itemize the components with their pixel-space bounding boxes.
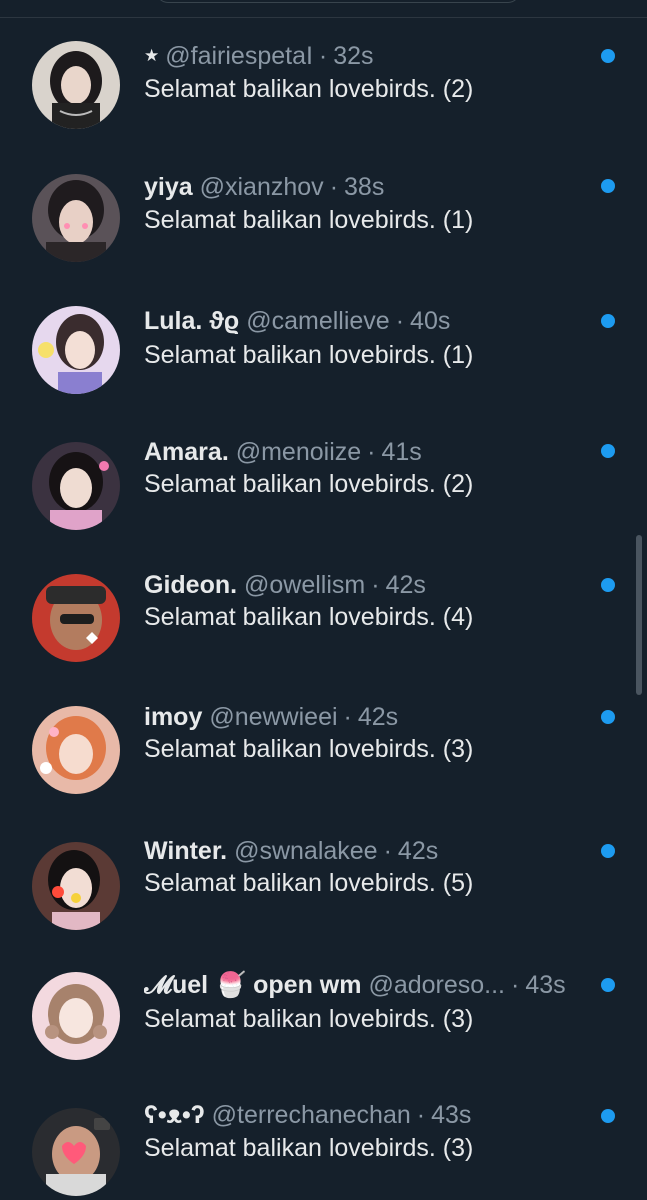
separator: · (511, 971, 520, 999)
display-name: Gideon. (144, 571, 238, 599)
message-preview: Selamat balikan lovebirds. (5) (144, 869, 474, 897)
timestamp: 41s (381, 438, 422, 466)
name-line: ★ @fairiespetaI · 32s (144, 39, 374, 73)
unread-indicator (601, 179, 615, 193)
avatar[interactable] (32, 706, 120, 794)
unread-indicator (601, 1109, 615, 1123)
timestamp: 42s (357, 703, 399, 731)
display-name: ʕ•ᴥ•ʔ (144, 1101, 205, 1129)
conversation-row[interactable]: ʕ•ᴥ•ʔ @terrechanechan · 43s Selamat balika… (0, 1076, 647, 1200)
name-line: Gideon. @owellism · 42s (144, 568, 426, 602)
conversation-row[interactable]: ★ @fairiespetaI · 32s Selamat balikan loveb… (0, 20, 647, 152)
unread-indicator (601, 978, 615, 992)
handle: @newwieei (209, 703, 338, 731)
separator: · (395, 307, 405, 335)
separator: · (318, 42, 328, 70)
conversation-list: ★ @fairiespetaI · 32s Selamat balikan loveb… (0, 0, 647, 1200)
display-name: 𝓜uel 🍧 open wm (144, 971, 362, 999)
display-name: yiya (144, 173, 193, 201)
scrollbar-thumb[interactable] (636, 535, 642, 695)
name-line: Amara. @menoiize · 41s (144, 435, 422, 469)
dm-inbox: ★ @fairiespetaI · 32s Selamat balikan loveb… (0, 0, 647, 1200)
timestamp: 38s (344, 173, 385, 201)
handle: @fairiespetaI (165, 42, 313, 70)
unread-indicator (601, 444, 615, 458)
separator: · (416, 1101, 426, 1129)
message-preview: Selamat balikan lovebirds. (3) (144, 735, 474, 763)
unread-indicator (601, 710, 615, 724)
timestamp: 43s (525, 971, 566, 999)
conversation-row[interactable]: Gideon. @owellism · 42s Selamat balikan lo… (0, 548, 647, 680)
conversation-row[interactable]: Winter. @swnalakee · 42s Selamat balikan l… (0, 812, 647, 944)
avatar[interactable] (32, 842, 120, 930)
message-preview: Selamat balikan lovebirds. (2) (144, 470, 474, 498)
name-line: Winter. @swnalakee · 42s (144, 834, 438, 868)
timestamp: 43s (431, 1101, 472, 1129)
name-line: Lula. ϑϱ @camellieve · 40s (144, 304, 450, 338)
timestamp: 42s (397, 837, 439, 865)
avatar[interactable] (32, 41, 120, 129)
avatar[interactable] (32, 174, 120, 262)
unread-indicator (601, 578, 615, 592)
avatar[interactable] (32, 574, 120, 662)
star-icon: ★ (144, 46, 160, 65)
separator: · (383, 837, 392, 865)
handle: @camellieve (246, 307, 390, 335)
message-preview: Selamat balikan lovebirds. (4) (144, 603, 474, 631)
name-line: ʕ•ᴥ•ʔ @terrechanechan · 43s (144, 1098, 471, 1132)
name-line: imoy @newwieei · 42s (144, 700, 398, 734)
handle: @adoreso... (368, 971, 505, 999)
message-preview: Selamat balikan lovebirds. (1) (144, 206, 474, 234)
timestamp: 42s (385, 571, 426, 599)
display-name: Amara. (144, 438, 229, 466)
message-preview: Selamat balikan lovebirds. (1) (144, 341, 474, 369)
unread-indicator (601, 844, 615, 858)
handle: @xianzhov (199, 173, 324, 201)
avatar[interactable] (32, 442, 120, 530)
separator: · (343, 703, 352, 731)
conversation-row[interactable]: yiya @xianzhov · 38s Selamat balikan loveb… (0, 152, 647, 284)
handle: @owellism (244, 571, 366, 599)
name-line: yiya @xianzhov · 38s (144, 170, 384, 204)
unread-indicator (601, 49, 615, 63)
handle: @terrechanechan (211, 1101, 411, 1129)
handle: @swnalakee (234, 837, 378, 865)
separator: · (329, 173, 339, 201)
separator: · (367, 438, 376, 466)
message-preview: Selamat balikan lovebirds. (2) (144, 75, 474, 103)
conversation-row[interactable]: Amara. @menoiize · 41s Selamat balikan lov… (0, 416, 647, 548)
avatar[interactable] (32, 972, 120, 1060)
unread-indicator (601, 314, 615, 328)
timestamp: 32s (333, 42, 374, 70)
message-preview: Selamat balikan lovebirds. (3) (144, 1005, 474, 1033)
display-name: Winter. (144, 837, 228, 865)
message-preview: Selamat balikan lovebirds. (3) (144, 1134, 474, 1162)
conversation-row[interactable]: Lula. ϑϱ @camellieve · 40s Selamat balikan… (0, 284, 647, 416)
avatar[interactable] (32, 1108, 120, 1196)
conversation-row[interactable]: imoy @newwieei · 42s Selamat balikan loveb… (0, 680, 647, 812)
avatar[interactable] (32, 306, 120, 394)
display-name: Lula. ϑϱ (144, 307, 240, 335)
display-name: imoy (144, 703, 203, 731)
handle: @menoiize (235, 438, 362, 466)
timestamp: 40s (410, 307, 451, 335)
name-line: 𝓜uel 🍧 open wm @adoreso... · 43s (144, 968, 566, 1002)
separator: · (371, 571, 380, 599)
conversation-row[interactable]: 𝓜uel 🍧 open wm @adoreso... · 43s Selamat b… (0, 944, 647, 1076)
